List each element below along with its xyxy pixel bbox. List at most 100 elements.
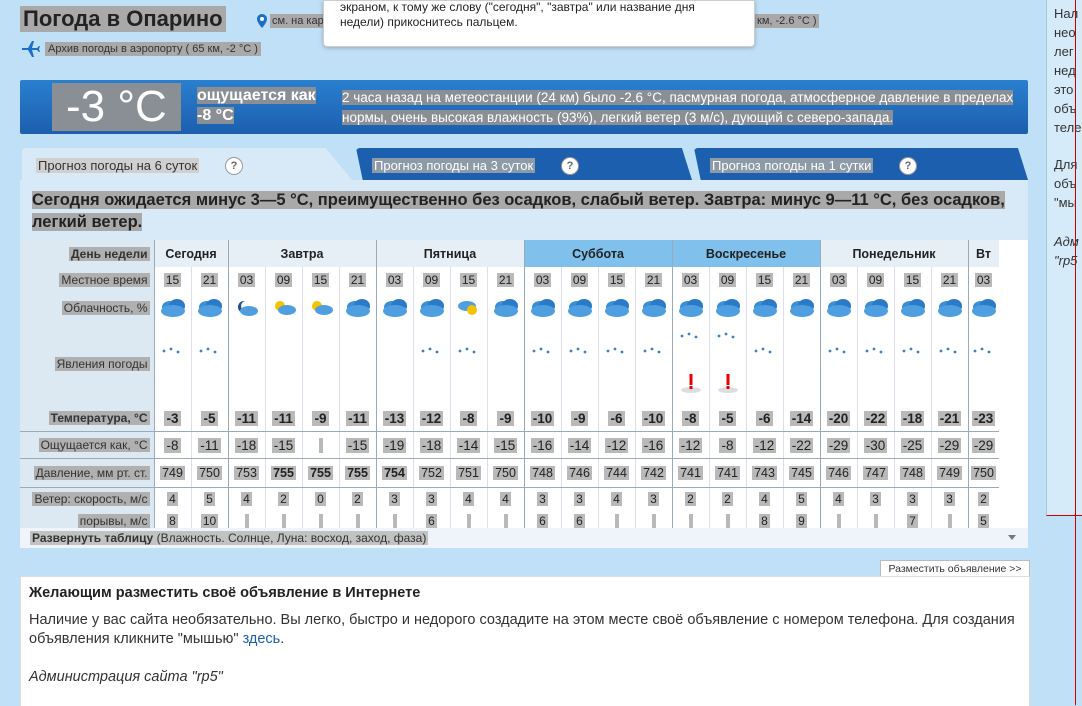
expand-table-link[interactable]: Развернуть таблицу (Влажность. Солнце, Л… bbox=[30, 531, 429, 545]
temp-cell: -8 bbox=[449, 405, 487, 432]
wind-cell: 4 bbox=[227, 487, 265, 510]
feels-cell: -11 bbox=[190, 431, 228, 459]
chevron-down-icon[interactable] bbox=[1008, 535, 1016, 540]
temp-cell: -22 bbox=[856, 405, 894, 432]
wind-cell: 3 bbox=[634, 487, 672, 510]
snow-icon bbox=[973, 347, 990, 353]
press-cell: 750 bbox=[967, 458, 999, 488]
hint-tooltip: экраном, к тому же слову ("сегодня", "за… bbox=[323, 0, 755, 47]
press-cell: 745 bbox=[782, 458, 820, 488]
tab-forecast-3-days[interactable]: Прогноз погоды на 3 суток? bbox=[356, 148, 692, 180]
day-header[interactable]: Вт bbox=[967, 240, 999, 267]
tab-forecast-6-days[interactable]: Прогноз погоды на 6 суток? bbox=[22, 148, 352, 180]
gust-cell bbox=[634, 510, 672, 530]
right-ad-line: это bbox=[1054, 82, 1074, 97]
time-cell: 15 bbox=[893, 267, 931, 293]
day-header[interactable]: Пятница bbox=[375, 240, 524, 267]
press-cell: 746 bbox=[560, 458, 598, 488]
overcast-icon bbox=[671, 293, 709, 323]
temp-cell: -13 bbox=[375, 405, 413, 432]
temp-cell: -9 bbox=[560, 405, 598, 432]
temp-cell: -10 bbox=[523, 405, 561, 432]
tab-forecast-1-day[interactable]: Прогноз погоды на 1 сутки? bbox=[694, 148, 1028, 180]
help-icon[interactable]: ? bbox=[561, 157, 579, 175]
feels-cell: -29 bbox=[930, 431, 968, 459]
tooltip-line-2: недели) прикоснитесь пальцем. bbox=[340, 15, 518, 29]
current-temperature: -3 °C bbox=[52, 83, 181, 131]
feels-cell: -14 bbox=[449, 431, 487, 459]
temp-cell: -6 bbox=[597, 405, 635, 432]
feels-cell: -14 bbox=[560, 431, 598, 459]
overcast-icon bbox=[160, 299, 185, 317]
snow-icon bbox=[199, 347, 216, 353]
temp-cell: -10 bbox=[634, 405, 672, 432]
airport-archive-link[interactable]: Архив погоды в аэропорту ( 65 км, -2 °C … bbox=[45, 42, 261, 56]
day-header[interactable]: Суббота bbox=[523, 240, 672, 267]
overcast-icon bbox=[782, 293, 820, 323]
feels-cell: -29 bbox=[967, 431, 999, 459]
gust-cell: 6 bbox=[560, 510, 598, 530]
temp-cell: -5 bbox=[190, 405, 228, 432]
temp-cell: -9 bbox=[486, 405, 524, 432]
feels-cell: -29 bbox=[819, 431, 857, 459]
help-icon[interactable]: ? bbox=[225, 157, 243, 175]
warning-icon bbox=[680, 374, 701, 393]
day-header[interactable]: Воскресенье bbox=[671, 240, 820, 267]
wind-cell: 4 bbox=[486, 487, 524, 510]
overcast-icon bbox=[523, 293, 561, 323]
press-cell: 755 bbox=[264, 458, 302, 488]
overcast-icon bbox=[678, 299, 703, 317]
temp-cell: -14 bbox=[782, 405, 820, 432]
temp-cell: -6 bbox=[745, 405, 783, 432]
day-header[interactable]: Сегодня bbox=[153, 240, 228, 267]
gust-cell bbox=[708, 510, 746, 530]
light-snow-icon bbox=[523, 323, 561, 405]
current-weather-panel: -3 °C ощущается как -8 °C 2 часа назад н… bbox=[20, 80, 1028, 134]
overcast-icon bbox=[826, 299, 851, 317]
press-cell: 754 bbox=[375, 458, 413, 488]
feels-cell: -30 bbox=[856, 431, 894, 459]
overcast-icon bbox=[153, 293, 191, 323]
wind-cell: 4 bbox=[745, 487, 783, 510]
ad-signature: Администрация сайта "rp5" bbox=[29, 669, 223, 685]
press-cell: 751 bbox=[449, 458, 487, 488]
overcast-icon bbox=[345, 299, 370, 317]
wind-cell: 3 bbox=[375, 487, 413, 510]
snow-icon bbox=[606, 347, 623, 353]
snow-icon bbox=[939, 347, 956, 353]
time-cell: 03 bbox=[375, 267, 413, 293]
press-cell: 748 bbox=[893, 458, 931, 488]
forecast-summary: Сегодня ожидается минус 3—5 °C, преимуще… bbox=[32, 191, 1005, 231]
time-cell: 15 bbox=[153, 267, 191, 293]
feels-cell: -22 bbox=[782, 431, 820, 459]
gust-cell bbox=[930, 510, 968, 530]
snow-alert-icon bbox=[708, 323, 746, 405]
expand-table-bar[interactable]: Развернуть таблицу (Влажность. Солнце, Л… bbox=[20, 528, 1028, 548]
press-cell: 755 bbox=[338, 458, 376, 488]
temp-cell: -9 bbox=[301, 405, 339, 432]
ad-here-link[interactable]: здесь bbox=[243, 631, 281, 647]
wind-cell: 2 bbox=[671, 487, 709, 510]
wind-cell: 4 bbox=[449, 487, 487, 510]
wind-cell: 4 bbox=[597, 487, 635, 510]
time-cell: 03 bbox=[227, 267, 265, 293]
feels-cell: -16 bbox=[523, 431, 561, 459]
map-pin-icon[interactable] bbox=[257, 14, 267, 28]
sun-cloud-icon bbox=[449, 293, 487, 323]
light-snow-icon bbox=[930, 323, 968, 405]
snow-icon bbox=[532, 347, 549, 353]
overcast-icon bbox=[893, 293, 931, 323]
help-icon[interactable]: ? bbox=[899, 157, 917, 175]
wind-cell: 3 bbox=[412, 487, 450, 510]
airplane-icon[interactable] bbox=[20, 40, 40, 58]
feels-cell: -8 bbox=[153, 431, 191, 459]
wind-cell: 4 bbox=[153, 487, 191, 510]
time-cell: 03 bbox=[819, 267, 857, 293]
temp-cell: -11 bbox=[264, 405, 302, 432]
day-header[interactable]: Завтра bbox=[227, 240, 376, 267]
row-label-feels: Ощущается как, °C bbox=[20, 431, 154, 459]
time-cell: 21 bbox=[338, 267, 376, 293]
day-header[interactable]: Понедельник bbox=[819, 240, 968, 267]
row-label-press: Давление, мм рт. ст. bbox=[20, 458, 154, 488]
snow-icon bbox=[717, 332, 734, 339]
